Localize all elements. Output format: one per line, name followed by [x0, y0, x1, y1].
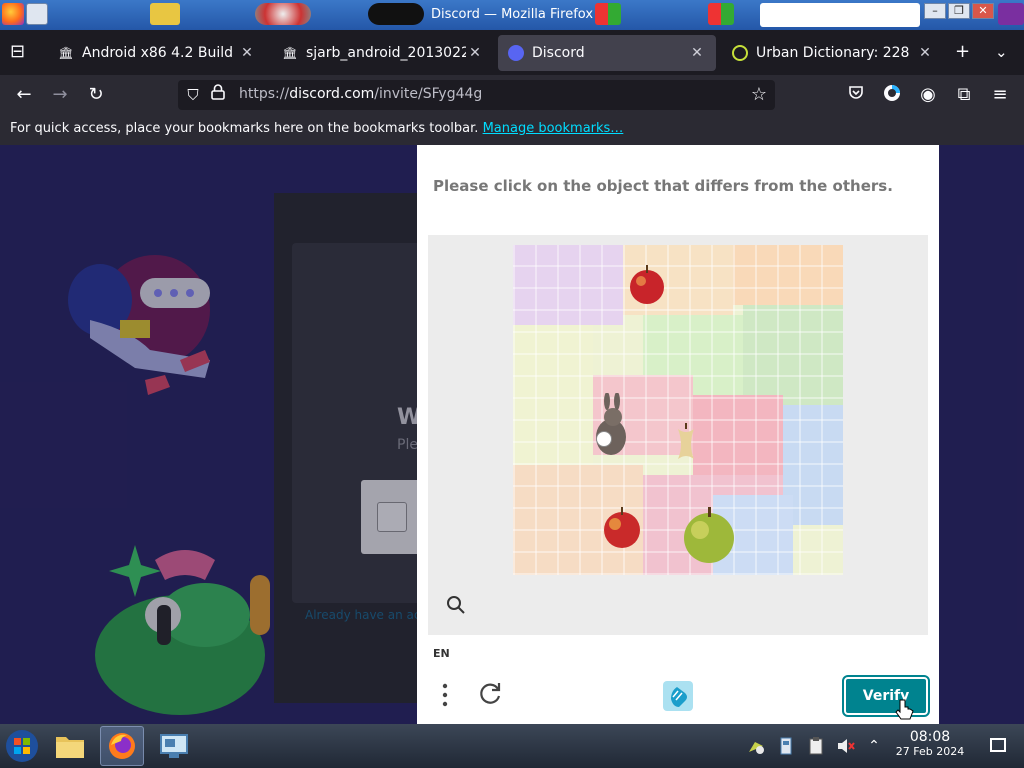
close-window-button[interactable]: ✕ — [972, 3, 994, 19]
taskbar-file-explorer[interactable] — [48, 726, 92, 766]
bank-icon: 🏛 — [58, 46, 74, 60]
tab-android-x86[interactable]: 🏛 Android x86 4.2 Build 20 ✕ — [48, 35, 266, 71]
firefox-icon — [109, 733, 135, 759]
selection-marker — [596, 431, 612, 447]
tab-label: Discord — [532, 45, 585, 61]
star-icon[interactable]: ☆ — [748, 84, 770, 106]
tab-urban-dictionary[interactable]: Urban Dictionary: 228 ✕ — [722, 35, 944, 71]
window-titlebar: Discord — Mozilla Firefox – ❐ ✕ — [0, 0, 1024, 30]
window-title: Discord — Mozilla Firefox — [430, 7, 594, 22]
taskbar-firefox[interactable] — [100, 726, 144, 766]
chevron-up-icon[interactable]: ⌃ — [864, 736, 884, 756]
clock-date: 27 Feb 2024 — [895, 745, 965, 758]
urban-dictionary-icon — [732, 45, 748, 61]
manage-bookmarks-link[interactable]: Manage bookmarks… — [483, 121, 624, 136]
shield-icon[interactable]: ⛉ — [182, 84, 204, 106]
pocket-icon[interactable] — [845, 84, 867, 106]
back-icon[interactable]: ← — [13, 84, 35, 106]
chevron-down-icon[interactable]: ⌄ — [995, 42, 1008, 62]
minimize-button[interactable]: – — [924, 3, 946, 19]
reload-icon[interactable]: ↻ — [85, 84, 107, 106]
zoom-icon[interactable] — [446, 595, 466, 615]
clipboard-tray-icon[interactable] — [806, 736, 826, 756]
bank-icon: 🏛 — [282, 46, 298, 60]
more-options-icon[interactable] — [441, 683, 449, 707]
taskbar: ⌃ 08:08 27 Feb 2024 — [0, 724, 1024, 768]
verify-button[interactable]: Verify — [842, 675, 930, 717]
start-button[interactable] — [0, 726, 44, 766]
bookmarks-toolbar: For quick access, place your bookmarks h… — [0, 115, 1024, 145]
bookmarks-message: For quick access, place your bookmarks h… — [10, 121, 479, 136]
tab-label: Android x86 4.2 Build 20 — [82, 45, 238, 61]
tab-discord[interactable]: Discord ✕ — [498, 35, 716, 71]
windows-logo-icon — [6, 730, 38, 762]
usb-tray-icon[interactable] — [776, 736, 796, 756]
tab-label: Urban Dictionary: 228 — [756, 45, 910, 61]
red-apple-object[interactable] — [600, 505, 644, 549]
close-icon[interactable]: ✕ — [466, 45, 484, 61]
show-desktop-button[interactable] — [990, 738, 1006, 752]
pattern-block — [513, 245, 843, 575]
tab-strip: ⊟ 🏛 Android x86 4.2 Build 20 ✕ 🏛 sjarb_a… — [0, 30, 1024, 75]
green-apple-object[interactable] — [680, 505, 738, 565]
taskbar-thumbnail-icon — [998, 3, 1024, 25]
language-selector[interactable]: EN — [433, 647, 450, 660]
new-tab-icon[interactable]: + — [955, 42, 970, 62]
tab-sjarb-android[interactable]: 🏛 sjarb_android_20130228 ✕ — [272, 35, 494, 71]
refresh-challenge-icon[interactable] — [477, 681, 503, 707]
maximize-button[interactable]: ❐ — [948, 3, 970, 19]
mouse-cursor-icon — [895, 699, 914, 720]
close-icon[interactable]: ✕ — [916, 45, 934, 61]
apple-core-object[interactable] — [673, 423, 699, 465]
volume-muted-icon[interactable] — [836, 736, 856, 756]
captcha-footer: Verify — [417, 665, 939, 724]
taskbar-remote-desktop[interactable] — [152, 726, 196, 766]
taskbar-clock[interactable]: 08:08 27 Feb 2024 — [888, 729, 972, 758]
network-tray-icon[interactable] — [746, 736, 766, 756]
forward-icon[interactable]: → — [49, 84, 71, 106]
menu-icon[interactable]: ≡ — [989, 84, 1011, 106]
extensions-icon[interactable]: ⧉ — [953, 84, 975, 106]
captcha-image[interactable] — [513, 245, 843, 575]
page-content: W Ple Already have an ac Please click on… — [0, 145, 1024, 724]
captcha-challenge: Please click on the object that differs … — [417, 145, 939, 724]
captcha-image-panel — [428, 235, 928, 635]
lock-icon[interactable] — [207, 84, 229, 106]
discord-icon — [508, 45, 524, 61]
folder-icon — [56, 737, 84, 758]
rabbit-object[interactable] — [591, 393, 631, 461]
close-icon[interactable]: ✕ — [238, 45, 256, 61]
tab-label: sjarb_android_20130228 — [306, 45, 466, 61]
url-bar[interactable]: ⛉ https://discord.com/invite/SFyg44g ☆ — [178, 80, 775, 110]
remote-desktop-icon — [160, 734, 188, 758]
close-icon[interactable]: ✕ — [688, 45, 706, 61]
extension-progress-icon[interactable] — [881, 84, 903, 106]
url-text[interactable]: https://discord.com/invite/SFyg44g — [239, 86, 482, 102]
account-icon[interactable]: ◉ — [917, 84, 939, 106]
red-apple-object[interactable] — [626, 263, 668, 305]
navigation-toolbar: ← → ↻ ⛉ https://discord.com/invite/SFyg4… — [0, 75, 1024, 115]
tab-overview-icon[interactable]: ⊟ — [10, 42, 25, 62]
clock-time: 08:08 — [909, 729, 951, 745]
hcaptcha-logo-icon — [663, 681, 693, 711]
captcha-prompt: Please click on the object that differs … — [433, 177, 893, 195]
